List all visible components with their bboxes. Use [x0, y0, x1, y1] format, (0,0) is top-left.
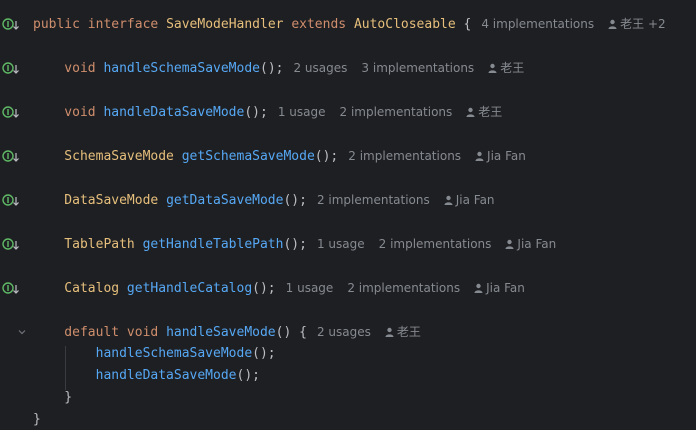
type-token: SchemaSaveMode	[33, 149, 182, 164]
user-icon	[608, 19, 617, 29]
author-name: Jia Fan	[517, 237, 557, 251]
author-hint[interactable]: Jia Fan	[444, 193, 495, 207]
punctuation-token: }	[33, 412, 41, 427]
method-token: getSchemaSaveMode	[181, 149, 315, 164]
usages-hint[interactable]: 1 usage	[286, 281, 334, 295]
keyword-token: interface	[87, 17, 167, 32]
code-line[interactable]: Catalog getHandleCatalog(); 1 usage 2 impl…	[33, 278, 525, 298]
user-icon	[466, 107, 475, 117]
keyword-token: void	[33, 105, 104, 120]
author-hint[interactable]: 老王	[385, 325, 421, 339]
method-token: handleSchemaSaveMode	[103, 61, 260, 76]
author-name: 老王 +2	[620, 17, 666, 31]
author-name: 老王	[500, 61, 525, 75]
svg-text:I: I	[7, 196, 10, 205]
implementation-marker-icon[interactable]: I	[2, 106, 20, 120]
implementation-marker-icon[interactable]: I	[2, 18, 20, 32]
code-line[interactable]: SchemaSaveMode getSchemaSaveMode(); 2 imp…	[33, 146, 526, 166]
author-hint[interactable]: Jia Fan	[505, 237, 556, 251]
implementations-hint[interactable]: 2 implementations	[348, 149, 461, 163]
usages-hint[interactable]: 2 usages	[293, 61, 347, 75]
code-line[interactable]: default void handleSaveMode() { 2 usages 老…	[33, 322, 421, 342]
usages-hint[interactable]: 1 usage	[278, 105, 326, 119]
code-editor[interactable]: public interface SaveModeHandler extends…	[26, 0, 696, 429]
type-token: AutoCloseable	[353, 17, 456, 32]
svg-text:I: I	[7, 284, 10, 293]
method-token: getHandleTablePath	[142, 237, 284, 252]
code-line[interactable]: public interface SaveModeHandler extends…	[33, 14, 666, 34]
usages-hint[interactable]: 1 usage	[317, 237, 365, 251]
type-token: DataSaveMode	[33, 193, 167, 208]
punctuation-token: ();	[244, 105, 268, 120]
user-icon	[474, 283, 483, 293]
svg-text:I: I	[7, 240, 10, 249]
implementations-hint[interactable]: 2 implementations	[317, 193, 430, 207]
implementation-marker-icon[interactable]: I	[2, 194, 20, 208]
punctuation-token: ();	[252, 346, 276, 361]
code-line[interactable]: }	[33, 388, 72, 408]
implementation-marker-icon[interactable]: I	[2, 282, 20, 296]
punctuation-token: {	[455, 17, 472, 32]
keyword-token: default	[33, 325, 127, 340]
author-name: 老王	[478, 105, 503, 119]
punctuation-token: ();	[283, 193, 307, 208]
user-icon	[475, 151, 484, 161]
user-icon	[488, 63, 497, 73]
code-line[interactable]: }	[33, 410, 41, 430]
punctuation-token: ();	[260, 61, 284, 76]
author-hint[interactable]: 老王	[488, 61, 524, 75]
code-line[interactable]: TablePath getHandleTablePath(); 1 usage 2 …	[33, 234, 556, 254]
keyword-token: extends	[291, 17, 354, 32]
method-token: handleSchemaSaveMode	[33, 346, 253, 361]
user-icon	[444, 195, 453, 205]
code-line[interactable]: DataSaveMode getDataSaveMode(); 2 impleme…	[33, 190, 495, 210]
punctuation-token: ();	[252, 281, 276, 296]
implementations-hint[interactable]: 2 implementations	[340, 105, 453, 119]
punctuation-token: ();	[236, 368, 260, 383]
type-token: SaveModeHandler	[166, 17, 292, 32]
author-hint[interactable]: 老王 +2	[608, 17, 666, 31]
svg-text:I: I	[7, 108, 10, 117]
author-hint[interactable]: Jia Fan	[474, 281, 525, 295]
author-hint[interactable]: Jia Fan	[475, 149, 526, 163]
code-line[interactable]: void handleSchemaSaveMode(); 2 usages 3 im…	[33, 58, 524, 78]
svg-text:I: I	[7, 20, 10, 29]
author-hint[interactable]: 老王	[466, 105, 502, 119]
implementations-hint[interactable]: 4 implementations	[481, 17, 594, 31]
punctuation-token: }	[33, 390, 73, 405]
method-token: handleDataSaveMode	[103, 105, 245, 120]
code-line[interactable]: handleDataSaveMode();	[33, 366, 260, 386]
author-name: Jia Fan	[487, 149, 526, 163]
implementations-hint[interactable]: 3 implementations	[361, 61, 474, 75]
keyword-token: void	[33, 61, 104, 76]
punctuation-token: ();	[314, 149, 339, 164]
svg-text:I: I	[7, 152, 10, 161]
keyword-token: public	[33, 17, 88, 32]
author-name: Jia Fan	[486, 281, 525, 295]
chevron-down-icon[interactable]	[18, 328, 26, 336]
method-token: handleDataSaveMode	[33, 368, 237, 383]
code-line[interactable]: void handleDataSaveMode(); 1 usage 2 imple…	[33, 102, 502, 122]
punctuation-token: ();	[283, 237, 307, 252]
author-name: Jia Fan	[455, 193, 495, 207]
author-name: 老王	[396, 325, 421, 339]
method-token: getHandleCatalog	[126, 281, 253, 296]
implementation-marker-icon[interactable]: I	[2, 238, 20, 252]
usages-hint[interactable]: 2 usages	[317, 325, 371, 339]
punctuation-token: () {	[275, 325, 307, 340]
type-token: TablePath	[33, 237, 143, 252]
method-token: handleSaveMode	[166, 325, 276, 340]
implementation-marker-icon[interactable]: I	[2, 150, 20, 164]
svg-text:I: I	[7, 64, 10, 73]
user-icon	[385, 327, 394, 337]
code-line[interactable]: handleSchemaSaveMode();	[33, 344, 276, 364]
method-token: getDataSaveMode	[166, 193, 284, 208]
type-token: Catalog	[33, 281, 127, 296]
implementations-hint[interactable]: 2 implementations	[347, 281, 460, 295]
implementations-hint[interactable]: 2 implementations	[379, 237, 492, 251]
implementation-marker-icon[interactable]: I	[2, 62, 20, 76]
user-icon	[505, 239, 514, 249]
keyword-token: void	[126, 325, 167, 340]
